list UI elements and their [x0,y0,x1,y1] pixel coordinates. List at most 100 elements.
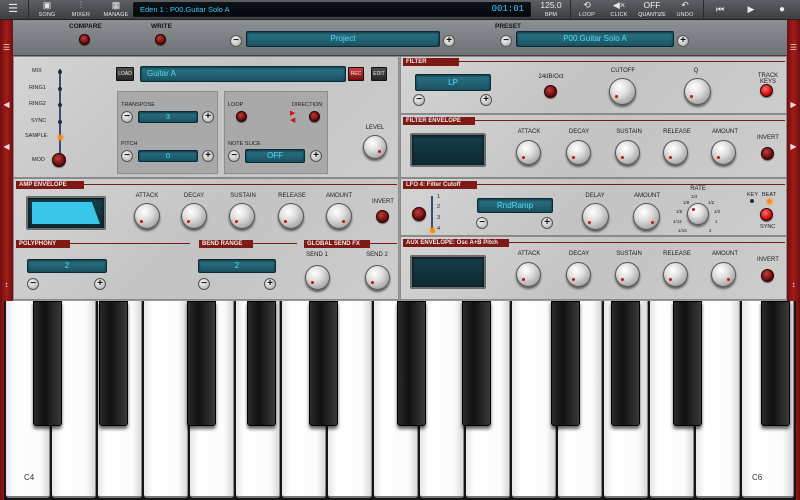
amp-env-invert-button[interactable] [376,210,389,223]
note-slice-minus-button[interactable]: − [228,150,240,162]
loop-button[interactable]: ⟲ LOOP [572,0,602,20]
next-arrow-icon[interactable]: ▶ [787,100,800,110]
direction-button[interactable] [309,111,320,122]
pitch-field[interactable]: 0 [138,150,198,162]
song-display[interactable]: Eden 1 : P00.Guitar Solo A 001:01 [133,2,531,17]
lfo-rate-knob[interactable] [687,203,709,225]
pitch-plus-button[interactable]: + [202,150,214,162]
bank-field[interactable]: Project [246,31,440,47]
record-button[interactable]: ● [767,0,797,20]
filter-env-invert-button[interactable] [761,147,774,160]
transpose-minus-button[interactable]: − [121,111,133,123]
filter-type-field[interactable]: LP [415,74,491,91]
aux-env-amount-knob[interactable] [711,262,736,287]
black-key[interactable] [247,301,276,426]
amp-env-decay-knob[interactable] [181,203,207,229]
resize-arrows-icon[interactable]: ↕ [0,280,13,290]
aux-env-release-knob[interactable] [663,262,688,287]
sync-button[interactable] [760,208,773,221]
filter-env-decay-knob[interactable] [566,140,591,165]
bank-minus-button[interactable]: − [230,35,242,47]
polyphony-field[interactable]: 2 [27,259,107,273]
list-icon-right[interactable]: ☰ [787,43,800,53]
amp-env-amount-knob[interactable] [326,203,352,229]
cutoff-knob[interactable] [609,78,636,105]
amp-env-attack-knob[interactable] [134,203,160,229]
preset-field[interactable]: P00.Guitar Solo A [516,31,674,47]
send1-knob[interactable] [305,265,330,290]
transpose-field[interactable]: 3 [138,111,198,123]
track-keys-button[interactable] [760,84,773,97]
filter-type-minus-button[interactable]: − [413,94,425,106]
send2-knob[interactable] [365,265,390,290]
transpose-plus-button[interactable]: + [202,111,214,123]
preset-minus-button[interactable]: − [500,35,512,47]
amp-env-release-knob[interactable] [278,203,304,229]
lfo-waveform-field[interactable]: RndRamp [477,198,553,213]
lfo-amount-knob[interactable] [633,203,660,230]
write-button[interactable] [155,34,166,45]
song-button[interactable]: ▣ SONG [30,0,64,20]
aux-env-invert-button[interactable] [761,269,774,282]
loop-toggle[interactable] [236,111,247,122]
preset-plus-button[interactable]: + [677,35,689,47]
note-slice-plus-button[interactable]: + [310,150,322,162]
source-ring2-led[interactable] [58,103,62,107]
resize-arrows-icon-right[interactable]: ↕ [787,280,800,290]
source-sample-led[interactable] [58,135,63,140]
white-key[interactable] [420,301,464,498]
bank-plus-button[interactable]: + [443,35,455,47]
black-key[interactable] [551,301,580,426]
sample-name-field[interactable]: Guitar A [140,66,346,82]
white-key[interactable] [512,301,556,498]
filter-slope-button[interactable] [544,85,557,98]
rec-button[interactable]: REC [348,67,364,81]
undo-button[interactable]: ↶ UNDO [670,0,700,20]
q-knob[interactable] [684,78,711,105]
black-key[interactable] [187,301,216,426]
filter-env-sustain-knob[interactable] [615,140,640,165]
bend-range-minus-button[interactable]: − [198,278,210,290]
filter-type-plus-button[interactable]: + [480,94,492,106]
play-button[interactable]: ▶ [737,0,765,20]
edit-button[interactable]: EDIT [371,67,387,81]
black-key[interactable] [611,301,640,426]
next-arrow-icon-2[interactable]: ▶ [787,142,800,152]
click-button[interactable]: ◀× CLICK [604,0,634,20]
mixer-button[interactable]: ⫶ MIXER [64,0,98,20]
lfo-waveform-plus-button[interactable]: + [541,217,553,229]
source-sync-led[interactable] [58,120,62,124]
filter-env-release-knob[interactable] [663,140,688,165]
pitch-minus-button[interactable]: − [121,150,133,162]
black-key[interactable] [309,301,338,426]
black-key[interactable] [462,301,491,426]
black-key[interactable] [99,301,128,426]
compare-button[interactable] [79,34,90,45]
filter-env-attack-knob[interactable] [516,140,541,165]
white-key[interactable] [696,301,740,498]
bpm-control[interactable]: 125.0 BPM [533,0,569,20]
amp-env-sustain-knob[interactable] [229,203,255,229]
source-ring1-led[interactable] [58,87,62,91]
rewind-button[interactable]: ⏮ [705,0,735,20]
lfo-4-led[interactable] [430,228,435,233]
white-key[interactable] [144,301,188,498]
manage-button[interactable]: ▦ MANAGE [99,0,133,20]
polyphony-plus-button[interactable]: + [94,278,106,290]
prev-arrow-icon[interactable]: ◀ [0,100,13,110]
menu-button[interactable]: ☰ [0,0,26,20]
lfo-delay-knob[interactable] [582,203,609,230]
bend-range-plus-button[interactable]: + [264,278,276,290]
note-slice-field[interactable]: OFF [245,149,305,163]
filter-env-amount-knob[interactable] [711,140,736,165]
aux-env-attack-knob[interactable] [516,262,541,287]
prev-arrow-icon-2[interactable]: ◀ [0,142,13,152]
black-key[interactable] [397,301,426,426]
black-key[interactable] [761,301,790,426]
list-icon[interactable]: ☰ [0,43,13,53]
level-knob[interactable] [363,135,387,159]
mod-button[interactable] [52,153,66,167]
black-key[interactable] [33,301,62,426]
bend-range-field[interactable]: 2 [198,259,276,273]
aux-env-decay-knob[interactable] [566,262,591,287]
